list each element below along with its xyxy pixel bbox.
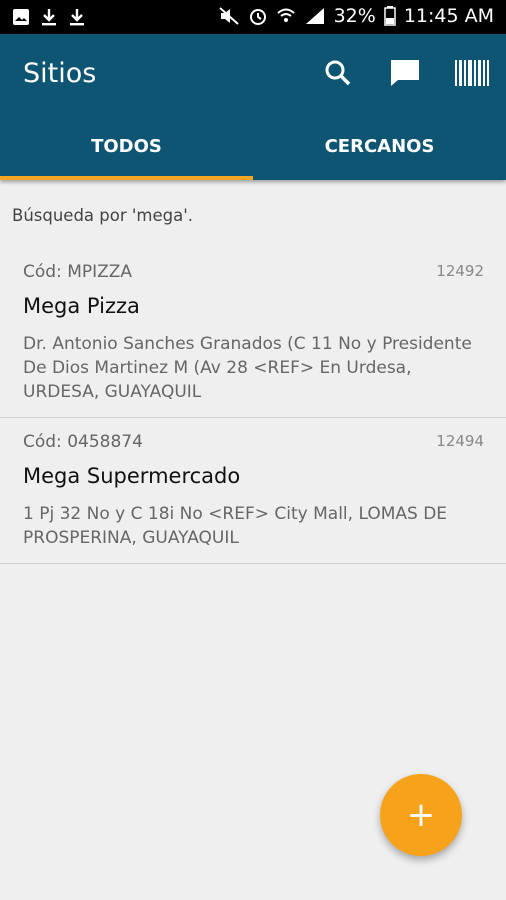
search-button[interactable] [321, 58, 355, 92]
battery-icon [384, 6, 396, 26]
active-tab-indicator [0, 176, 253, 180]
download-icon [40, 7, 58, 27]
site-number: 12492 [436, 262, 484, 280]
tab-cercanos[interactable]: CERCANOS [253, 122, 506, 180]
mute-icon [218, 6, 240, 26]
page-title: Sitios [23, 58, 97, 89]
site-name: Mega Pizza [23, 294, 140, 318]
site-number: 12494 [436, 432, 484, 450]
barcode-scan-button[interactable] [455, 58, 489, 92]
site-address: 1 Pj 32 No y C 18i No <REF> City Mall, L… [23, 504, 448, 548]
status-bar: 32% 11:45 AM [0, 0, 506, 34]
wifi-icon [276, 6, 296, 26]
battery-percent: 32% [333, 5, 376, 27]
signal-icon [304, 6, 326, 26]
alarm-icon [248, 6, 268, 26]
list-item[interactable]: Cód: 0458874 12494 Mega Supermercado 1 P… [0, 418, 506, 564]
site-code: Cód: MPIZZA [23, 262, 133, 282]
list-item[interactable]: Cód: MPIZZA 12492 Mega Pizza Dr. Antonio… [0, 248, 506, 418]
barcode-icon [455, 60, 489, 90]
plus-icon: + [406, 795, 436, 835]
messages-button[interactable] [388, 58, 422, 92]
clock: 11:45 AM [403, 5, 494, 27]
search-icon [324, 59, 352, 91]
gallery-icon [12, 8, 30, 26]
download-icon [68, 7, 86, 27]
tab-todos[interactable]: TODOS [0, 122, 253, 180]
site-name: Mega Supermercado [23, 464, 241, 488]
site-code: Cód: 0458874 [23, 432, 143, 452]
site-address: Dr. Antonio Sanches Granados (C 11 No y … [23, 334, 472, 402]
search-query-note: Búsqueda por 'mega'. [12, 206, 194, 225]
add-button[interactable]: + [380, 774, 462, 856]
app-bar: Sitios TODOS CERCANOS [0, 34, 506, 180]
chat-icon [389, 58, 421, 92]
